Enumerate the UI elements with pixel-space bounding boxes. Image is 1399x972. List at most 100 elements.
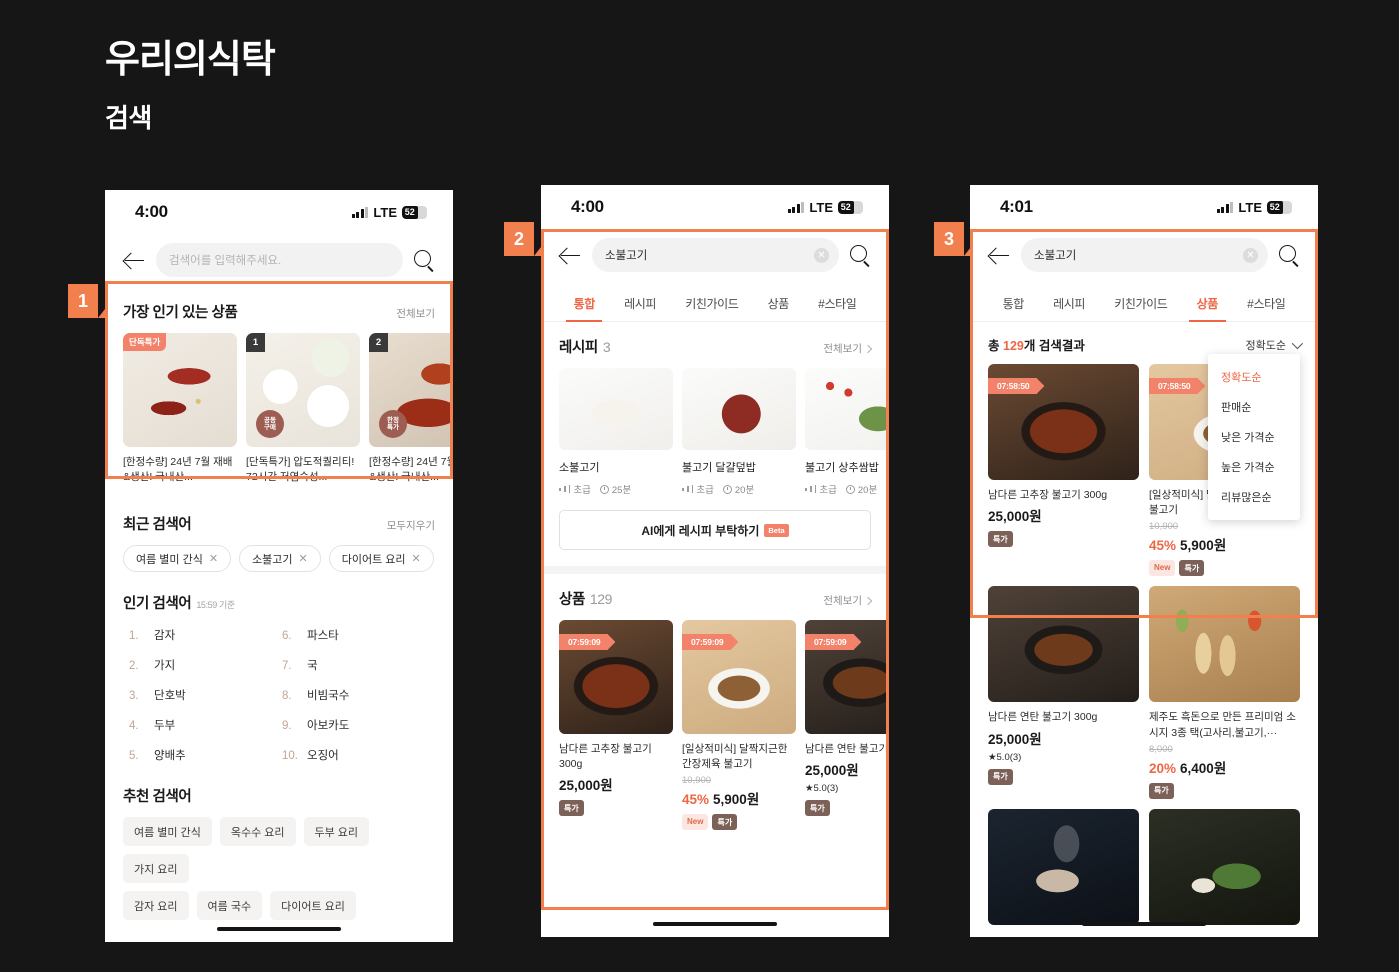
suggested-chip[interactable]: 여름 별미 간식 <box>123 817 212 847</box>
trending-item[interactable]: 4. 두부 <box>129 717 282 733</box>
trending-item[interactable]: 9. 아보카도 <box>282 717 435 733</box>
sort-option-reviews[interactable]: 리뷰많은순 <box>1208 482 1300 512</box>
close-icon[interactable]: ✕ <box>299 552 308 565</box>
rank-number: 2. <box>129 660 139 673</box>
back-arrow-icon[interactable] <box>123 249 145 271</box>
sort-option-price-high[interactable]: 높은 가격순 <box>1208 452 1300 482</box>
trending-item[interactable]: 2. 가지 <box>129 657 282 673</box>
product-thumbnail <box>1149 808 1300 925</box>
product-card[interactable]: 07:59:09 남다른 연탄 불고기 300g 25,000원 ★5.0(3)… <box>805 620 889 830</box>
search-icon[interactable] <box>1279 244 1300 266</box>
suggested-chip[interactable]: 두부 요리 <box>303 817 370 847</box>
search-input[interactable]: 소불고기 ✕ <box>592 238 839 272</box>
suggested-chip[interactable]: 여름 국수 <box>196 891 263 921</box>
suggested-chip[interactable]: 가지 요리 <box>123 854 189 884</box>
sort-option-accuracy[interactable]: 정확도순 <box>1208 362 1300 392</box>
trending-item[interactable]: 3. 단호박 <box>129 687 282 703</box>
product-thumbnail <box>988 808 1139 925</box>
product-card[interactable] <box>988 808 1139 925</box>
product-discount: 45% <box>682 792 710 808</box>
home-indicator <box>653 922 777 926</box>
ai-recipe-button[interactable]: AI에게 레시피 부탁하기 Beta <box>559 510 871 550</box>
tab-recipe[interactable]: 레시피 <box>610 286 671 321</box>
product-name: 남다른 연탄 불고기 300g <box>805 743 889 755</box>
rank-term: 오징어 <box>307 750 339 763</box>
search-input[interactable]: 소불고기 ✕ <box>1021 238 1268 272</box>
trending-item[interactable]: 7. 국 <box>282 657 435 673</box>
back-arrow-icon[interactable] <box>559 244 581 266</box>
suggested-chip[interactable]: 옥수수 요리 <box>219 817 296 847</box>
more-label: 전체보기 <box>823 343 862 355</box>
product-carousel[interactable]: 07:59:09 남다른 고추장 불고기 300g 25,000원 특가 07:… <box>541 609 889 831</box>
popular-products-more[interactable]: 전체보기 <box>396 306 435 321</box>
product-thumbnail: 07:58:50 <box>988 364 1139 480</box>
product-card[interactable]: 단독특가 [한정수량] 24년 7월 재배&생산! 국내산... <box>123 333 237 485</box>
recent-chip[interactable]: 다이어트 요리 ✕ <box>328 545 434 573</box>
trending-item[interactable]: 8. 비빔국수 <box>282 687 435 703</box>
popular-products-title: 가장 인기 있는 상품 <box>123 305 238 321</box>
results-count: 총 129개 검색결과 <box>988 335 1085 354</box>
tab-integrated[interactable]: 통합 <box>988 286 1039 321</box>
search-input[interactable]: 검색어를 입력해주세요. <box>156 243 403 277</box>
tab-product[interactable]: 상품 <box>753 286 804 321</box>
suggested-title: 추천 검색어 <box>123 789 192 806</box>
results-header: 총 129개 검색결과 정확도순 정확도순 판매순 낮은 가격순 높은 가격순 … <box>970 322 1318 520</box>
popular-products-section: 가장 인기 있는 상품 전체보기 단독특가 [한정수량] 24년 7월 재배&생… <box>105 289 453 497</box>
tab-style[interactable]: #스타일 <box>1233 286 1300 321</box>
recent-chip[interactable]: 여름 별미 간식 ✕ <box>123 545 232 573</box>
product-name: [단독특가] 압도적퀄리티! 72시간 저염숙성... <box>246 456 355 484</box>
page-title: 우리의식탁 <box>105 39 276 81</box>
trending-item[interactable]: 6. 파스타 <box>282 627 435 643</box>
battery-icon: 52 <box>1267 200 1292 214</box>
product-old-price: 8,000 <box>1149 743 1173 755</box>
recent-chip[interactable]: 소불고기 ✕ <box>239 545 321 573</box>
tab-product[interactable]: 상품 <box>1182 286 1233 322</box>
product-card[interactable]: 제주도 흑돈으로 만든 프리미엄 소시지 3종 택(고사리,불고기,··· 8,… <box>1149 586 1300 799</box>
tab-kitchen-guide[interactable]: 키친가이드 <box>1100 286 1182 321</box>
recent-search-section: 최근 검색어 모두지우기 여름 별미 간식 ✕ 소불고기 ✕ 다이어트 요리 ✕ <box>105 513 453 573</box>
product-card[interactable]: 07:59:09 [일상적미식] 달짝지근한 간장제육 불고기 10,900 4… <box>682 620 796 831</box>
trending-item[interactable]: 10. 오징어 <box>282 747 435 763</box>
callout-marker-3: 3 <box>934 222 971 256</box>
sort-option-sales[interactable]: 판매순 <box>1208 392 1300 422</box>
product-card[interactable]: 07:58:50 남다른 고추장 불고기 300g 25,000원 특가 <box>988 364 1139 576</box>
suggested-chip[interactable]: 다이어트 요리 <box>270 891 356 921</box>
recipe-card[interactable]: 불고기 상추쌈밥 초급 20분 <box>805 368 889 496</box>
tab-integrated[interactable]: 통합 <box>559 286 610 322</box>
recipe-card[interactable]: 소불고기 초급 25분 <box>559 368 673 496</box>
search-icon[interactable] <box>850 244 871 266</box>
product-card[interactable]: 1 공동 구매 [단독특가] 압도적퀄리티! 72시간 저염숙성... <box>246 333 360 485</box>
sort-option-price-low[interactable]: 낮은 가격순 <box>1208 422 1300 452</box>
clear-icon[interactable]: ✕ <box>1243 247 1258 263</box>
clear-all-button[interactable]: 모두지우기 <box>387 518 435 533</box>
trending-item[interactable]: 1. 감자 <box>129 627 282 643</box>
ai-button-label: AI에게 레시피 부탁하기 <box>641 523 760 538</box>
sort-dropdown-menu[interactable]: 정확도순 판매순 낮은 가격순 높은 가격순 리뷰많은순 <box>1208 354 1300 520</box>
clear-icon[interactable]: ✕ <box>814 247 829 263</box>
sort-dropdown-button[interactable]: 정확도순 <box>1246 337 1304 353</box>
suggested-chip[interactable]: 감자 요리 <box>123 891 189 921</box>
product-card[interactable]: 07:59:09 남다른 고추장 불고기 300g 25,000원 특가 <box>559 620 673 830</box>
close-icon[interactable]: ✕ <box>209 552 218 565</box>
recipe-name: 소불고기 <box>559 462 600 474</box>
recipe-more-link[interactable]: 전체보기 <box>823 341 873 356</box>
product-section-title: 상품 129 <box>559 588 612 609</box>
popular-products-carousel[interactable]: 단독특가 [한정수량] 24년 7월 재배&생산! 국내산... 1 공동 구매 … <box>105 322 453 485</box>
trending-item[interactable]: 5. 양배추 <box>129 747 282 763</box>
tab-style[interactable]: #스타일 <box>804 286 871 321</box>
product-card[interactable]: 남다른 연탄 불고기 300g 25,000원 ★5.0(3) 특가 <box>988 586 1139 798</box>
recipe-card[interactable]: 불고기 달걀덮밥 초급 20분 <box>682 368 796 496</box>
back-arrow-icon[interactable] <box>988 244 1010 266</box>
close-icon[interactable]: ✕ <box>412 552 421 565</box>
timer-ribbon: 07:58:50 <box>1149 378 1199 394</box>
tab-kitchen-guide[interactable]: 키친가이드 <box>671 286 753 321</box>
product-card[interactable] <box>1149 808 1300 925</box>
product-more-link[interactable]: 전체보기 <box>823 593 873 608</box>
product-card[interactable]: 2 한정특가 [한정수량] 24년 7월 재배&생산! 국내산... <box>369 333 453 485</box>
trending-title: 인기 검색어 15:59 기준 <box>123 592 235 613</box>
rank-number: 6. <box>282 630 292 643</box>
tab-recipe[interactable]: 레시피 <box>1039 286 1100 321</box>
status-time: 4:01 <box>1000 197 1033 216</box>
search-icon[interactable] <box>414 249 435 271</box>
recipe-carousel[interactable]: 소불고기 초급 25분 불고기 달걀덮밥 초급 20분 불고기 상추쌈밥 초급 … <box>541 357 889 496</box>
